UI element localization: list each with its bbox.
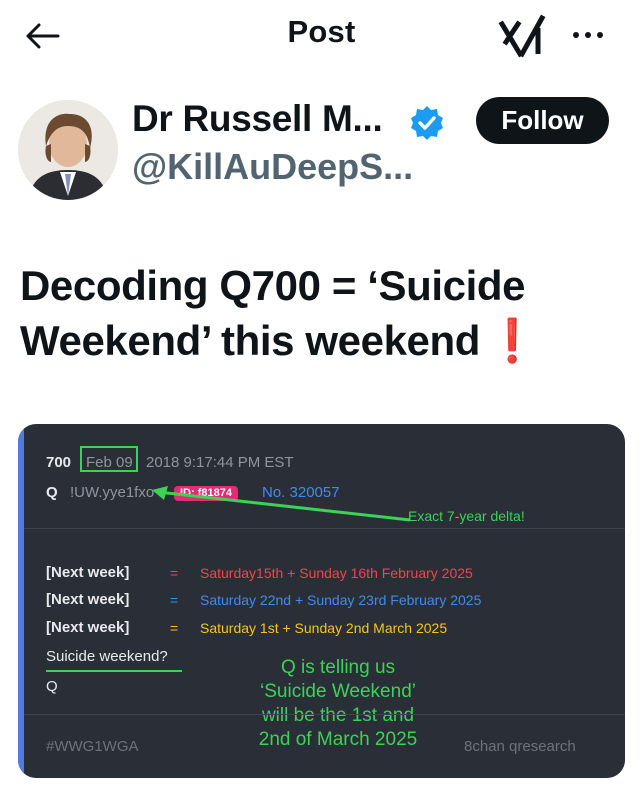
row-3-eq: = xyxy=(170,620,179,636)
footer-board: 8chan qresearch xyxy=(464,738,576,755)
arrow-note: Exact 7-year delta! xyxy=(408,508,525,524)
row-1-eq: = xyxy=(170,565,179,581)
card-divider-top xyxy=(24,528,625,529)
post-text-line-2: Weekend’ this weekend ❗ xyxy=(20,313,620,368)
row-2-label: [Next week] xyxy=(46,591,130,608)
post-text-line-1: Decoding Q700 = ‘Suicide xyxy=(20,262,526,309)
grok-icon xyxy=(498,14,546,58)
more-options-button[interactable] xyxy=(566,22,610,48)
post-timestamp: 2018 9:17:44 PM EST xyxy=(146,454,294,471)
exclamation-emoji: ❗ xyxy=(486,317,538,364)
verified-badge-icon xyxy=(411,106,443,140)
author-display-name[interactable]: Dr Russell M... xyxy=(132,98,383,140)
more-dots-icon xyxy=(573,32,603,38)
grok-button[interactable] xyxy=(498,12,548,58)
row-2-eq: = xyxy=(170,592,179,608)
explanation-line-1: Q is telling us xyxy=(280,657,396,678)
row-1-text: Saturday15th + Sunday 16th February 2025 xyxy=(200,565,473,581)
q-signature: Q xyxy=(46,678,58,695)
row-1-label: [Next week] xyxy=(46,564,130,581)
footer-hashtag: #WWG1WGA xyxy=(46,738,139,755)
row-2-text: Saturday 22nd + Sunday 23rd February 202… xyxy=(200,592,482,608)
follow-button[interactable]: Follow xyxy=(476,97,609,144)
row-3-text: Saturday 1st + Sunday 2nd March 2025 xyxy=(200,620,448,636)
tripcode: !UW.yye1fxo xyxy=(70,484,155,501)
green-underline xyxy=(46,670,182,672)
profile-photo xyxy=(18,100,118,200)
post-text: Decoding Q700 = ‘Suicide Weekend’ this w… xyxy=(20,258,620,368)
q-label: Q xyxy=(46,484,58,501)
avatar[interactable] xyxy=(18,100,118,200)
post-image[interactable]: 700 Feb 09 2018 9:17:44 PM EST Q !UW.yye… xyxy=(18,424,625,778)
arrow-annotation-icon xyxy=(152,486,411,522)
row-3-label: [Next week] xyxy=(46,619,130,636)
card-accent-bar xyxy=(18,424,24,778)
date-highlight: Feb 09 xyxy=(86,454,133,471)
explanation-line-3: will be the 1st and xyxy=(261,705,415,726)
top-bar: Post xyxy=(0,0,643,72)
post-number: 700 xyxy=(46,454,72,471)
post-text-line-2-text: Weekend’ this weekend xyxy=(20,317,480,364)
suicide-weekend-line: Suicide weekend? xyxy=(46,648,168,665)
author-handle[interactable]: @KillAuDeepS... xyxy=(132,146,413,188)
explanation-line-2: ‘Suicide Weekend’ xyxy=(260,681,416,702)
card-divider-bottom xyxy=(24,714,625,715)
explanation-text: Q is telling us ‘Suicide Weekend’ will b… xyxy=(228,656,448,752)
explanation-line-4: 2nd of March 2025 xyxy=(258,729,418,750)
